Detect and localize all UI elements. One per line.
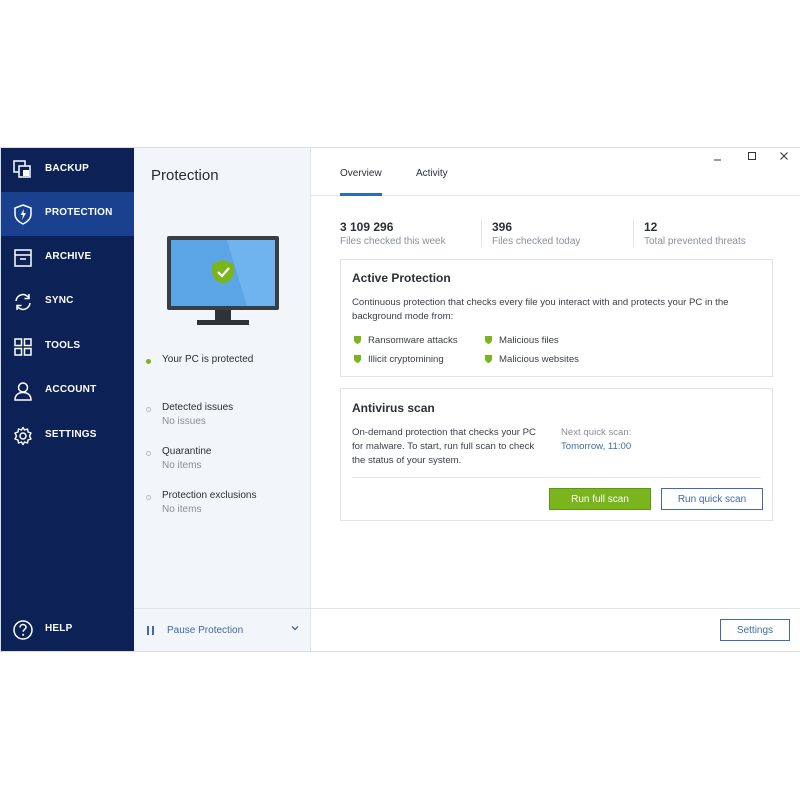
run-quick-scan-button[interactable]: Run quick scan: [661, 488, 763, 510]
sidebar-item-label: BACKUP: [45, 163, 89, 174]
item-value: No issues: [162, 416, 206, 427]
feature-label: Malicious files: [499, 335, 559, 346]
divider: [481, 219, 482, 247]
protection-panel: Protection Your PC is protected Detected…: [134, 148, 311, 651]
feature-item: Ransomware attacks: [354, 335, 458, 346]
run-full-scan-button[interactable]: Run full scan: [549, 488, 651, 510]
main-footer: Settings: [311, 608, 800, 651]
stat-label: Files checked today: [492, 236, 581, 247]
item-title: Protection exclusions: [162, 490, 257, 501]
minimize-button[interactable]: [710, 148, 726, 164]
stat-label: Files checked this week: [340, 236, 446, 247]
sidebar-item-sync[interactable]: SYNC: [1, 280, 134, 324]
sidebar-item-settings[interactable]: SETTINGS: [1, 414, 134, 458]
tab-overview[interactable]: Overview: [340, 168, 382, 179]
stat-threats: 12 Total prevented threats: [644, 220, 746, 247]
gear-icon: [12, 425, 34, 447]
status-text: Your PC is protected: [162, 354, 254, 365]
pause-protection-dropdown[interactable]: Pause Protection: [134, 608, 310, 651]
stat-value: 12: [644, 220, 658, 234]
sidebar-item-help[interactable]: HELP: [1, 608, 134, 652]
sidebar-item-label: PROTECTION: [45, 207, 113, 218]
feature-label: Ransomware attacks: [368, 335, 458, 346]
app-window: BACKUP PROTECTION ARCHIVE SYNC TOOLS ACC…: [0, 147, 800, 652]
shield-icon: [485, 355, 492, 363]
monitor-shield-illustration: [167, 236, 279, 325]
account-icon: [12, 380, 34, 402]
stat-week: 3 109 296 Files checked this week: [340, 220, 446, 247]
shield-icon: [354, 355, 361, 363]
sidebar-item-archive[interactable]: ARCHIVE: [1, 236, 134, 280]
archive-icon: [12, 247, 34, 269]
active-protection-card: Active Protection Continuous protection …: [340, 259, 773, 377]
feature-item: Illicit cryptomining: [354, 354, 444, 365]
shield-icon: [12, 203, 34, 225]
card-description: Continuous protection that checks every …: [352, 296, 729, 324]
sidebar-item-label: SETTINGS: [45, 429, 97, 440]
shield-icon: [354, 336, 361, 344]
sidebar-item-backup[interactable]: BACKUP: [1, 148, 134, 192]
sync-icon: [12, 291, 34, 313]
item-title: Detected issues: [162, 402, 234, 413]
status-dot: [146, 495, 151, 500]
description-line: On-demand protection that checks your PC: [352, 427, 536, 438]
maximize-icon: [748, 152, 756, 160]
sidebar-item-label: HELP: [45, 623, 73, 634]
chevron-down-icon: [291, 626, 299, 631]
close-button[interactable]: [776, 148, 792, 164]
card-title: Active Protection: [352, 271, 451, 285]
status-dot: [146, 407, 151, 412]
description-line: the status of your system.: [352, 455, 462, 466]
maximize-button[interactable]: [744, 148, 760, 164]
feature-item: Malicious websites: [485, 354, 579, 365]
window-controls: [710, 148, 800, 164]
shield-icon: [485, 336, 492, 344]
sidebar-item-protection[interactable]: PROTECTION: [1, 192, 134, 236]
description-line: Continuous protection that checks every …: [352, 297, 729, 308]
backup-icon: [12, 159, 34, 181]
active-tab-indicator: [340, 193, 382, 196]
sidebar-item-label: ARCHIVE: [45, 251, 92, 262]
description-line: background mode from:: [352, 311, 454, 322]
feature-item: Malicious files: [485, 335, 559, 346]
stat-today: 396 Files checked today: [492, 220, 580, 247]
sidebar-item-label: ACCOUNT: [45, 384, 97, 395]
status-dot: [146, 451, 151, 456]
settings-button[interactable]: Settings: [720, 619, 790, 641]
sidebar-item-label: SYNC: [45, 295, 74, 306]
status-dot: [146, 359, 151, 364]
help-icon: [12, 619, 34, 641]
stat-label: Total prevented threats: [644, 236, 746, 247]
antivirus-scan-card: Antivirus scan On-demand protection that…: [340, 388, 773, 521]
pause-icon: [147, 626, 155, 635]
divider: [352, 477, 761, 478]
tab-activity[interactable]: Activity: [416, 168, 448, 179]
item-title: Quarantine: [162, 446, 212, 457]
item-value: No items: [162, 504, 202, 515]
card-title: Antivirus scan: [352, 401, 435, 415]
stat-value: 396: [492, 220, 513, 234]
sidebar-item-account[interactable]: ACCOUNT: [1, 369, 134, 413]
next-scan-label: Next quick scan:: [561, 427, 632, 438]
pause-protection-label: Pause Protection: [167, 625, 244, 636]
sidebar: BACKUP PROTECTION ARCHIVE SYNC TOOLS ACC…: [1, 148, 134, 651]
feature-label: Malicious websites: [499, 354, 579, 365]
tools-icon: [12, 336, 34, 358]
close-icon: [780, 152, 788, 160]
minimize-icon: [714, 159, 721, 161]
card-description: On-demand protection that checks your PC…: [352, 426, 536, 468]
main-content: Overview Activity 3 109 296 Files checke…: [311, 148, 800, 651]
stat-value: 3 109 296: [340, 220, 394, 234]
sidebar-item-tools[interactable]: TOOLS: [1, 325, 134, 369]
feature-label: Illicit cryptomining: [368, 354, 444, 365]
item-value: No items: [162, 460, 202, 471]
sidebar-item-label: TOOLS: [45, 340, 81, 351]
next-scan-value[interactable]: Tomorrow, 11:00: [561, 440, 631, 454]
panel-title: Protection: [151, 167, 219, 184]
description-line: for malware. To start, run full scan to …: [352, 441, 535, 452]
divider: [633, 219, 634, 247]
